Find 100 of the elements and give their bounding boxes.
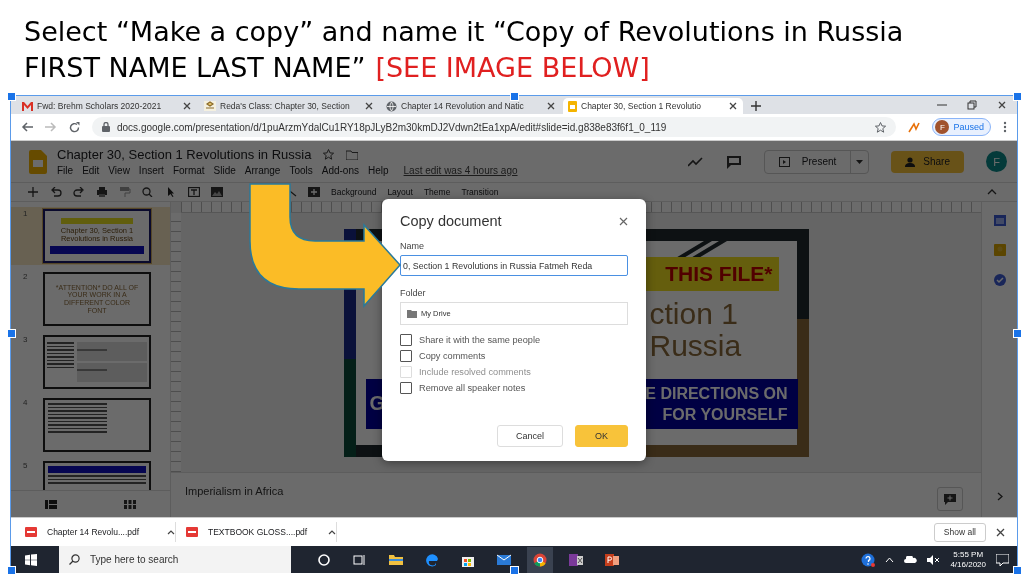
cortana-icon[interactable] (317, 552, 331, 567)
menu-item[interactable]: Tools (289, 165, 313, 176)
avatar[interactable]: F (986, 151, 1007, 172)
browser-tab[interactable]: Fwd: Brehm Scholars 2020-2021 (17, 98, 197, 114)
mail-icon[interactable] (497, 552, 511, 567)
close-icon[interactable] (546, 101, 556, 111)
speaker-notes[interactable]: Imperialism in Africa (171, 472, 981, 517)
slide-number: 1 (23, 209, 29, 220)
toolbar-button[interactable]: Transition (461, 187, 499, 197)
search-field[interactable]: Type here to search (59, 546, 291, 573)
undo-icon[interactable] (50, 187, 62, 197)
collapse-icon[interactable] (987, 189, 997, 195)
selection-handle[interactable] (7, 566, 16, 575)
present-icon (778, 156, 790, 167)
checkbox[interactable] (400, 382, 412, 394)
close-icon[interactable] (997, 100, 1007, 110)
menu-item[interactable]: Arrange (244, 165, 281, 176)
caret-icon (167, 529, 175, 535)
selection-handle[interactable] (7, 329, 16, 338)
checkbox[interactable] (400, 334, 412, 346)
grid-view-icon[interactable] (124, 499, 137, 509)
profile-button[interactable]: F Paused (932, 118, 991, 136)
menu-item[interactable]: Insert (138, 165, 164, 176)
help-icon[interactable] (861, 552, 876, 567)
star-icon[interactable] (323, 149, 335, 160)
browser-tab[interactable]: Chapter 14 Revolution and Natic (381, 98, 561, 114)
toolbar-button[interactable]: Background (331, 187, 377, 197)
reload-icon[interactable] (69, 121, 80, 133)
slide-thumbnail[interactable] (43, 335, 151, 389)
new-tab-icon[interactable] (751, 101, 761, 111)
close-icon[interactable] (619, 216, 628, 226)
text-box-icon[interactable] (188, 187, 200, 197)
redo-icon[interactable] (73, 187, 85, 197)
selection-handle[interactable] (510, 92, 519, 101)
selection-handle[interactable] (1013, 566, 1022, 575)
name-field[interactable]: 0, Section 1 Revolutions in Russia Fatmeh Reda (400, 255, 628, 276)
slide-title: Russia (649, 330, 742, 361)
clock-date[interactable]: 4/16/2020 (950, 559, 986, 570)
clock-time[interactable]: 5:55 PM (953, 549, 984, 560)
comment-plus-icon (944, 493, 956, 505)
close-icon[interactable] (364, 101, 374, 111)
zoom-icon[interactable] (142, 187, 154, 197)
calendar-icon[interactable] (993, 214, 1006, 226)
menu-item[interactable]: Format (172, 165, 205, 176)
slide-thumbnail[interactable] (43, 398, 151, 452)
highlight-text: [SEE IMAGE BELOW] (375, 51, 650, 85)
edge-icon[interactable] (425, 552, 439, 567)
tasks-icon[interactable] (993, 274, 1006, 286)
chevron-up-icon[interactable] (885, 556, 895, 563)
notifications-icon[interactable] (996, 553, 1009, 566)
add-comment-icon[interactable] (308, 187, 320, 197)
filmstrip-view-icon[interactable] (44, 499, 57, 509)
powerpoint-icon[interactable] (605, 552, 619, 567)
onenote-icon[interactable] (569, 552, 583, 567)
cloud-icon[interactable] (904, 556, 918, 563)
toolbar-button[interactable]: Theme (423, 187, 451, 197)
new-slide-icon[interactable] (27, 187, 39, 197)
checkbox[interactable] (400, 350, 412, 362)
windows-icon[interactable] (25, 553, 37, 566)
share-button[interactable]: Share (891, 150, 964, 173)
ok-button[interactable]: OK (575, 425, 628, 447)
add-comment-button[interactable] (937, 487, 963, 511)
selection-handle[interactable] (1013, 92, 1022, 101)
toolbar-button[interactable]: Layout (387, 187, 413, 197)
close-icon[interactable] (996, 527, 1005, 537)
file-explorer-icon[interactable] (389, 552, 403, 567)
activity-icon[interactable] (687, 156, 704, 167)
show-all-button[interactable]: Show all (933, 522, 986, 542)
avatar: F (935, 120, 950, 134)
expand-icon[interactable] (996, 492, 1003, 501)
menu-item[interactable]: Add-ons (321, 165, 359, 176)
document-title[interactable]: Chapter 30, Section 1 Revolutions in Russia (57, 147, 312, 162)
download-item[interactable]: Chapter 14 Revolu....pdf (25, 522, 176, 542)
volume-muted-icon[interactable] (927, 554, 941, 565)
menu-item[interactable]: File (57, 165, 74, 176)
checkbox-label: Copy comments (419, 351, 486, 361)
selection-handle[interactable] (7, 92, 16, 101)
last-edit-link[interactable]: Last edit was 4 hours ago (403, 165, 518, 176)
browser-tab[interactable]: Reda's Class: Chapter 30, Section (199, 98, 379, 114)
task-view-icon[interactable] (353, 552, 367, 567)
close-icon[interactable] (182, 101, 192, 111)
comment-icon[interactable] (725, 154, 742, 169)
menu-icon[interactable] (1003, 121, 1007, 133)
extension-icon[interactable] (908, 121, 921, 133)
selection-handle[interactable] (1013, 329, 1022, 338)
selection-handle[interactable] (510, 566, 519, 575)
back-icon[interactable] (21, 122, 33, 132)
menu-item[interactable]: Help (368, 165, 389, 176)
folder-icon[interactable] (346, 149, 359, 160)
close-icon[interactable] (728, 101, 738, 111)
download-item[interactable]: TEXTBOOK GLOSS....pdf (186, 522, 337, 542)
print-icon[interactable] (96, 187, 108, 197)
star-icon[interactable] (875, 121, 887, 133)
url-field[interactable]: docs.google.com/presentation/d/1puArzmYdalCu1RY18pJLyB2m30kmDJ2Vdwn2tEa1xpA/edit#slide=id.g838e83f6f1_0_119 (92, 117, 897, 137)
menu-item[interactable]: View (108, 165, 130, 176)
cancel-button[interactable]: Cancel (497, 425, 563, 447)
browser-tab[interactable]: Chapter 30, Section 1 Revolutio (563, 98, 743, 114)
menu-item[interactable]: Slide (213, 165, 236, 176)
menu-item[interactable]: Edit (82, 165, 100, 176)
restore-icon[interactable] (967, 100, 977, 110)
